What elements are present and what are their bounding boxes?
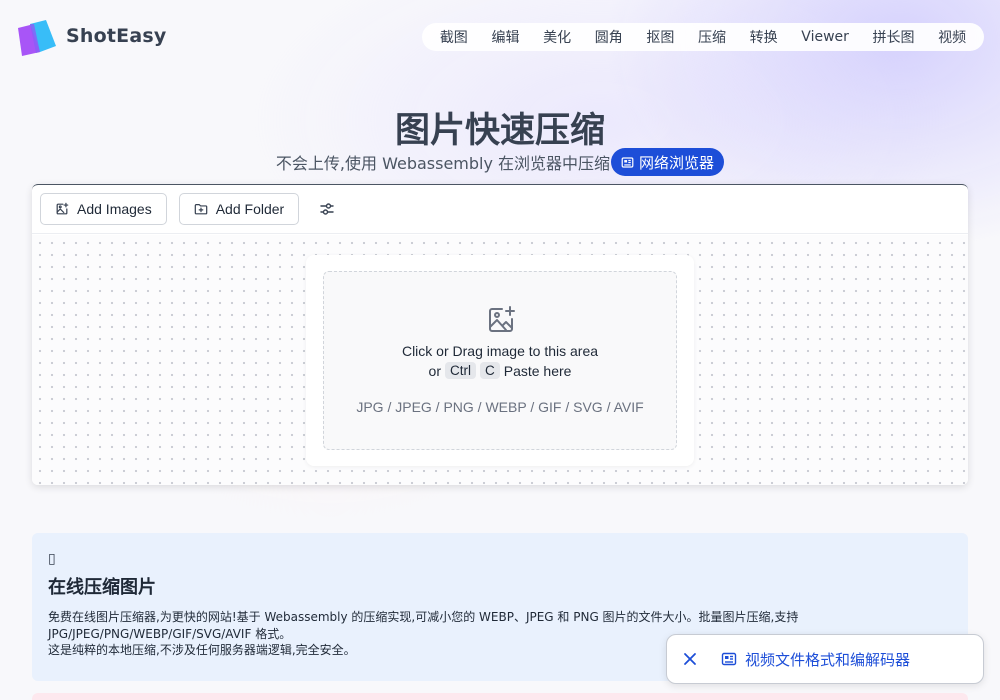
add-images-button[interactable]: Add Images [40,193,167,225]
video-codec-toast: 视频文件格式和编解码器 [666,634,984,684]
paste-instruction: or Ctrl C Paste here [324,362,676,379]
toast-close-button[interactable] [681,650,699,668]
nav-item-video[interactable]: 视频 [938,27,966,47]
image-drop-zone[interactable]: Click or Drag image to this area or Ctrl… [323,271,677,450]
image-plus-icon [56,202,69,215]
sliders-icon [320,203,334,215]
shoteasy-logo[interactable] [16,18,60,56]
newspaper-icon [621,156,634,168]
subtitle-row: 不会上传,使用 Webassembly 在浏览器中压缩 网络浏览器 [0,148,1000,176]
info-emoji-icon: ▯ [48,551,56,567]
image-plus-icon [489,306,515,332]
main-nav: 截图 编辑 美化 圆角 抠图 压缩 转换 Viewer 拼长图 视频 [422,23,984,51]
settings-sliders-button[interactable] [317,199,337,219]
next-section-edge [32,693,968,700]
nav-item-screenshot[interactable]: 截图 [440,27,468,47]
supported-formats: JPG / JPEG / PNG / WEBP / GIF / SVG / AV… [356,399,644,415]
add-folder-button[interactable]: Add Folder [178,193,300,225]
add-images-label: Add Images [77,201,152,217]
nav-item-convert[interactable]: 转换 [750,27,778,47]
nav-item-long-image[interactable]: 拼长图 [873,27,915,47]
page-title: 图片快速压缩 [394,111,605,151]
ctrl-key: Ctrl [444,362,476,379]
close-icon [684,653,696,665]
newspaper-icon [721,651,737,667]
toolbar: Add Images Add Folder [32,185,968,234]
add-folder-label: Add Folder [215,201,285,217]
brand-name[interactable]: ShotEasy [66,25,166,47]
drop-instruction: Click or Drag image to this area [401,343,599,359]
drop-area-background: Click or Drag image to this area or Ctrl… [32,235,968,485]
toast-link[interactable]: 视频文件格式和编解码器 [745,649,910,670]
paste-here-text: Paste here [503,362,572,379]
nav-item-beautify[interactable]: 美化 [543,27,571,47]
paste-or-text: or [428,362,441,379]
drop-zone-container: Click or Drag image to this area or Ctrl… [306,255,694,466]
folder-plus-icon [194,204,208,215]
nav-item-cutout[interactable]: 抠图 [646,27,674,47]
nav-item-round-corner[interactable]: 圆角 [595,27,623,47]
c-key: C [479,362,500,379]
page-subtitle: 不会上传,使用 Webassembly 在浏览器中压缩 [275,154,611,173]
compress-card: Add Images Add Folder Click or Drag imag… [32,184,968,485]
nav-item-viewer[interactable]: Viewer [801,29,849,45]
browser-badge[interactable]: 网络浏览器 [611,148,725,176]
nav-item-edit[interactable]: 编辑 [491,27,519,47]
info-title: 在线压缩图片 [48,577,156,598]
nav-item-compress[interactable]: 压缩 [698,27,726,47]
browser-badge-label: 网络浏览器 [639,153,715,172]
